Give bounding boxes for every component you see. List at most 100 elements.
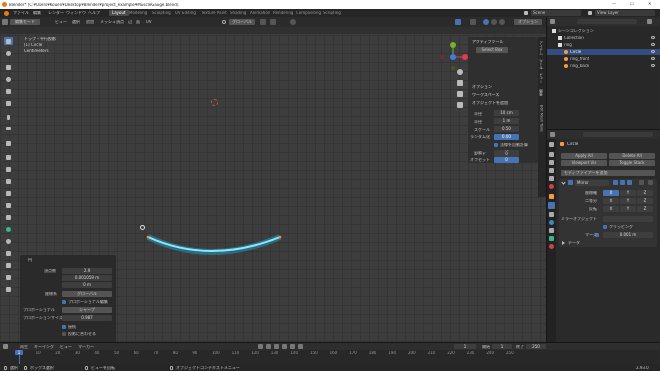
tool-cursor[interactable] (4, 49, 13, 57)
scale-field[interactable]: 0.50 (494, 126, 519, 132)
size-field[interactable]: 0.987 (62, 315, 112, 321)
tool-poly-build[interactable] (4, 213, 13, 221)
bisect-x-toggle[interactable]: X (603, 198, 619, 204)
outliner-row[interactable]: ring_front (547, 56, 660, 62)
tool-smooth[interactable] (4, 237, 13, 245)
viewport-menu-vertex[interactable]: 頂点 (116, 20, 124, 24)
flip-x-toggle[interactable]: X (603, 206, 619, 212)
outliner-row[interactable]: ring_back (547, 63, 660, 69)
sidebar-tab-view[interactable]: ビュー (539, 73, 543, 84)
editor-type-icon[interactable] (2, 19, 8, 25)
flip-z-toggle[interactable]: Z (637, 206, 653, 212)
tool-annotate[interactable] (4, 113, 13, 121)
scene-selector[interactable]: Scene (531, 10, 581, 16)
outliner-row-selected[interactable]: Circle (547, 49, 660, 55)
tool-inset[interactable] (4, 165, 13, 173)
radius-field[interactable]: 10 cm (494, 110, 519, 116)
start-frame-field[interactable]: 1 (492, 344, 512, 349)
visibility-icon[interactable] (651, 64, 655, 67)
tool-extrude[interactable] (4, 153, 13, 161)
filter-icon[interactable] (647, 19, 652, 24)
3d-cursor-icon[interactable] (211, 99, 218, 106)
transform-orientation-selector[interactable]: グローバル (229, 19, 255, 25)
timeline-menu-playback[interactable]: 再生 (20, 345, 28, 349)
tool-bevel[interactable] (4, 177, 13, 185)
viewport-menu-uv[interactable]: UV (146, 20, 152, 24)
current-frame-field[interactable]: 1 (454, 344, 476, 349)
navigation-gizmo[interactable] (438, 42, 468, 72)
workspace-tab-compositing[interactable]: Compositing (296, 11, 321, 15)
offset-field[interactable]: 0 (494, 157, 519, 163)
timeline-menu-keying[interactable]: キーイング (34, 345, 54, 349)
play-reverse-icon[interactable] (274, 344, 279, 349)
outliner-row[interactable]: ring (547, 42, 660, 48)
sidebar-tab-tool[interactable]: ツール (539, 59, 543, 70)
select-box-button[interactable]: Select Box (476, 47, 508, 53)
axis-z-toggle[interactable]: Z (637, 190, 653, 196)
tool-transform[interactable] (4, 99, 13, 107)
properties-editor-icon[interactable] (550, 132, 555, 137)
scene-tab-icon[interactable] (549, 176, 554, 181)
timeline-ruler[interactable]: 0102030405060708090100110120130140150160… (0, 350, 546, 365)
workspace-tab-rendering[interactable]: Rendering (273, 11, 293, 15)
tool-scale[interactable] (4, 87, 13, 95)
workspace-tab-sculpting[interactable]: Sculpting (152, 11, 171, 15)
operator-field-1[interactable]: 2.9 (62, 268, 112, 274)
pan-icon[interactable] (457, 80, 463, 86)
perspective-toggle-icon[interactable] (457, 102, 463, 108)
projected-checkbox[interactable] (62, 332, 66, 336)
tool-measure[interactable] (4, 125, 13, 133)
workspace-tab-texture-paint[interactable]: Texture Paint (201, 11, 227, 15)
snap-icon[interactable] (270, 19, 276, 25)
tool-spin[interactable] (4, 225, 13, 233)
constraints-tab-icon[interactable] (549, 228, 554, 233)
tool-rip[interactable] (4, 285, 13, 293)
workspace-tab-layout[interactable]: Layout (109, 10, 129, 16)
workspace-tab-uv-editing[interactable]: UV Editing (175, 11, 196, 15)
edit-mode-toggle-icon[interactable] (613, 180, 618, 185)
sidebar-tab-edit-mesh-tools[interactable]: Edit Mesh Tools (539, 105, 543, 132)
particles-tab-icon[interactable] (549, 212, 554, 217)
tool-shrink[interactable] (4, 261, 13, 269)
menu-window[interactable]: ウィンドウ (66, 11, 86, 15)
connected-checkbox[interactable] (62, 325, 66, 329)
outliner-row[interactable]: シーンコレクション (547, 28, 660, 34)
section-add-object[interactable]: オブジェクトを追加 (472, 101, 508, 105)
add-modifier-button[interactable]: モディファイアーを追加 (561, 170, 655, 176)
clipping-checkbox[interactable] (603, 225, 607, 229)
output-tab-icon[interactable] (549, 160, 554, 165)
tool-rotate[interactable] (4, 75, 13, 83)
section-active-tool[interactable]: アクティブツール (472, 40, 504, 44)
radius2-field[interactable]: 1 m (494, 118, 519, 124)
visibility-icon[interactable] (651, 43, 655, 46)
workspace-tab-animation[interactable]: Animation (250, 11, 270, 15)
data-section-label[interactable]: データ (568, 241, 580, 245)
dropdown-icon[interactable] (639, 180, 644, 185)
apply-all-button[interactable]: Apply All (561, 153, 607, 159)
axis-y-toggle[interactable]: Y (620, 190, 636, 196)
jump-end-icon[interactable] (298, 344, 303, 349)
workspace-tab-shading[interactable]: Shading (230, 11, 246, 15)
tool-knife[interactable] (4, 201, 13, 209)
axis-x-toggle[interactable]: X (603, 190, 619, 196)
shading-solid-icon[interactable] (483, 19, 489, 25)
bisect-y-toggle[interactable]: Y (620, 198, 636, 204)
outliner-editor-icon[interactable] (550, 19, 555, 24)
viewport-vis-button[interactable]: Viewport Vis (561, 160, 607, 166)
overlay-icon[interactable] (455, 19, 461, 25)
operator-panel-title[interactable]: 円 (28, 258, 32, 262)
world-tab-icon[interactable] (549, 184, 554, 189)
jump-start-icon[interactable] (258, 344, 263, 349)
menu-render[interactable]: レンダー (48, 11, 64, 15)
operator-field-3[interactable]: 0 m (62, 282, 112, 288)
modifier-name-field[interactable]: Mirror (575, 180, 609, 186)
collapse-icon[interactable] (561, 180, 566, 185)
timeline-menu-marker[interactable]: マーカー (78, 345, 94, 349)
menu-file[interactable]: ファイル (13, 11, 29, 15)
seed-field[interactable]: 0 (494, 151, 519, 157)
shading-rendered-icon[interactable] (499, 19, 505, 25)
properties-search-input[interactable] (583, 132, 653, 137)
falloff-selector[interactable]: シャープ (62, 307, 112, 313)
close-button[interactable]: ✕ (648, 2, 651, 6)
flip-y-toggle[interactable]: Y (620, 206, 636, 212)
